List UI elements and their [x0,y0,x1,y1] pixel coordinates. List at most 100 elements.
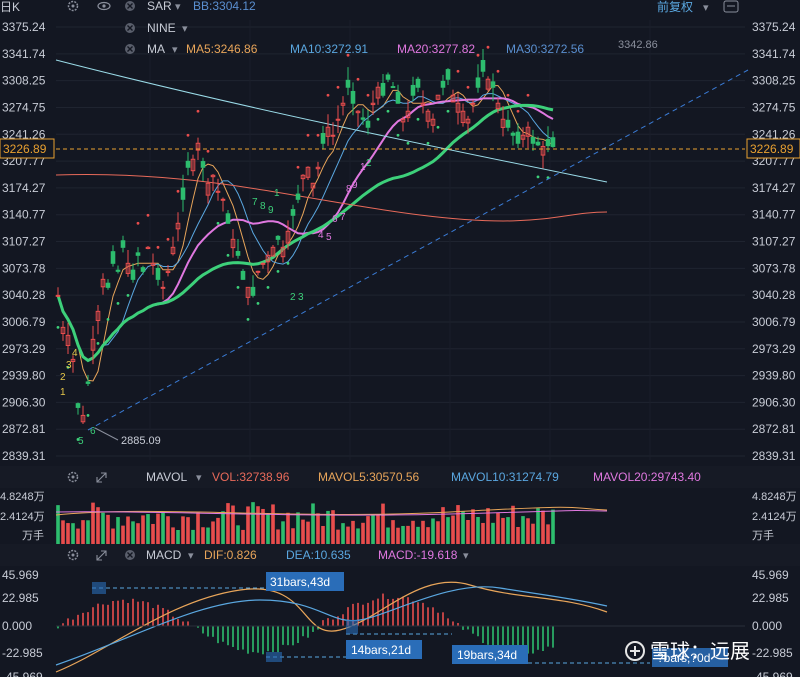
current-price-left: 3226.89 [3,142,47,156]
volume-bar [116,517,120,544]
chevron-down-icon[interactable]: ▾ [175,1,181,13]
chevron-down-icon[interactable]: ▾ [196,472,202,484]
nine-label: 7 [252,197,258,208]
adjust-mode[interactable]: 前复权 [657,0,693,14]
nine-indicator-name[interactable]: NINE [147,21,176,35]
candle-body [440,80,446,88]
candle-body [475,77,481,88]
volume-bar [236,525,240,544]
volume-bar [466,519,470,544]
volume-bar [381,503,385,544]
sar-dot [496,69,500,73]
nine-label: 1 [274,188,280,199]
nine-label: 5 [326,232,332,243]
candle-body [240,270,246,280]
candle-body [140,267,146,272]
candle-body [295,193,301,200]
nine-label: 4 [318,230,324,241]
volume-bar [376,515,380,544]
volume-bar [366,516,370,544]
sar-dot [56,325,60,329]
sar-dot [286,261,290,265]
sar-dot [386,109,390,113]
sar-dot [406,141,410,145]
chevron-down-icon[interactable]: ▾ [172,44,178,56]
volume-bar [511,505,515,544]
chevron-down-icon[interactable]: ▾ [463,550,469,562]
close-icon[interactable] [125,44,135,54]
sar-dot [226,253,230,257]
volume-bar [211,521,215,544]
candle-body [345,79,351,88]
candle-body [490,81,496,88]
candle-body [130,269,136,280]
volume-bar [121,525,125,544]
sar-dot [266,285,270,289]
macd-axis-tick-right: 22.985 [752,591,789,605]
close-icon[interactable] [125,23,135,33]
vol-axis-mid-right: 2.4124万 [752,511,797,523]
left-axis-tick: 3073.78 [2,261,46,275]
candle-body [275,235,281,240]
sar-dot [296,165,300,169]
chevron-down-icon[interactable]: ▾ [182,23,188,35]
right-axis-tick: 2939.80 [752,369,796,383]
sar-indicator-name[interactable]: SAR [147,0,172,13]
macd-axis-tick-right: -22.985 [752,646,793,660]
sar-dot [236,285,240,289]
volume-bar [296,512,300,544]
volume-bar [416,526,420,544]
volume-bar [141,515,145,544]
sar-dot [116,301,120,305]
ma-indicator-name[interactable]: MA [147,42,165,56]
candle-body [55,294,61,297]
volume-bar [371,515,375,544]
volume-bar [451,515,455,544]
volume-bar [186,517,190,544]
volume-bar [436,521,440,544]
volume-bar [501,517,505,544]
volume-bar [291,528,295,544]
volume-bar [61,520,65,544]
volume-bar [531,523,535,544]
volume-bar [226,503,230,544]
candle-body [480,60,486,72]
volume-bar [161,511,165,544]
sar-dot [526,93,530,97]
period-label[interactable]: 日K [0,0,20,14]
sar-bb-value: BB:3304.12 [193,0,256,13]
sar-dot [306,133,310,137]
volume-bar [496,512,500,544]
macd-value: MACD:-19.618 [378,548,458,562]
sar-dot [186,133,190,137]
sar-dot [126,293,130,297]
volume-bar [281,521,285,544]
volume-bar [166,516,170,544]
candle-body [180,187,186,200]
vol-indicator-name[interactable]: MAVOL [146,470,187,484]
close-icon[interactable] [125,550,135,560]
volume-bar [156,513,160,544]
volume-bar [481,522,485,544]
close-icon[interactable] [125,1,135,11]
nine-label: 6 [332,214,338,225]
volume-bar [391,520,395,544]
left-axis-tick: 2872.81 [2,422,46,436]
sar-dot [136,221,140,225]
volume-bar [341,523,345,544]
chevron-down-icon[interactable]: ▾ [188,550,194,562]
volume-bar [426,527,430,544]
right-axis-tick: 3107.27 [752,235,796,249]
volume-bar [171,527,175,544]
chevron-down-icon[interactable]: ▾ [703,2,709,14]
volume-bar [386,527,390,544]
sar-dot [146,213,150,217]
candle-body [225,213,231,224]
volume-bar [126,516,130,544]
right-axis-tick: 3375.24 [752,20,796,34]
vol-axis-top-right: 4.8248万 [752,491,797,503]
candle-body [385,74,391,80]
macd-indicator-name[interactable]: MACD [146,548,182,562]
sar-dot [376,117,380,121]
candle-body [255,270,261,273]
